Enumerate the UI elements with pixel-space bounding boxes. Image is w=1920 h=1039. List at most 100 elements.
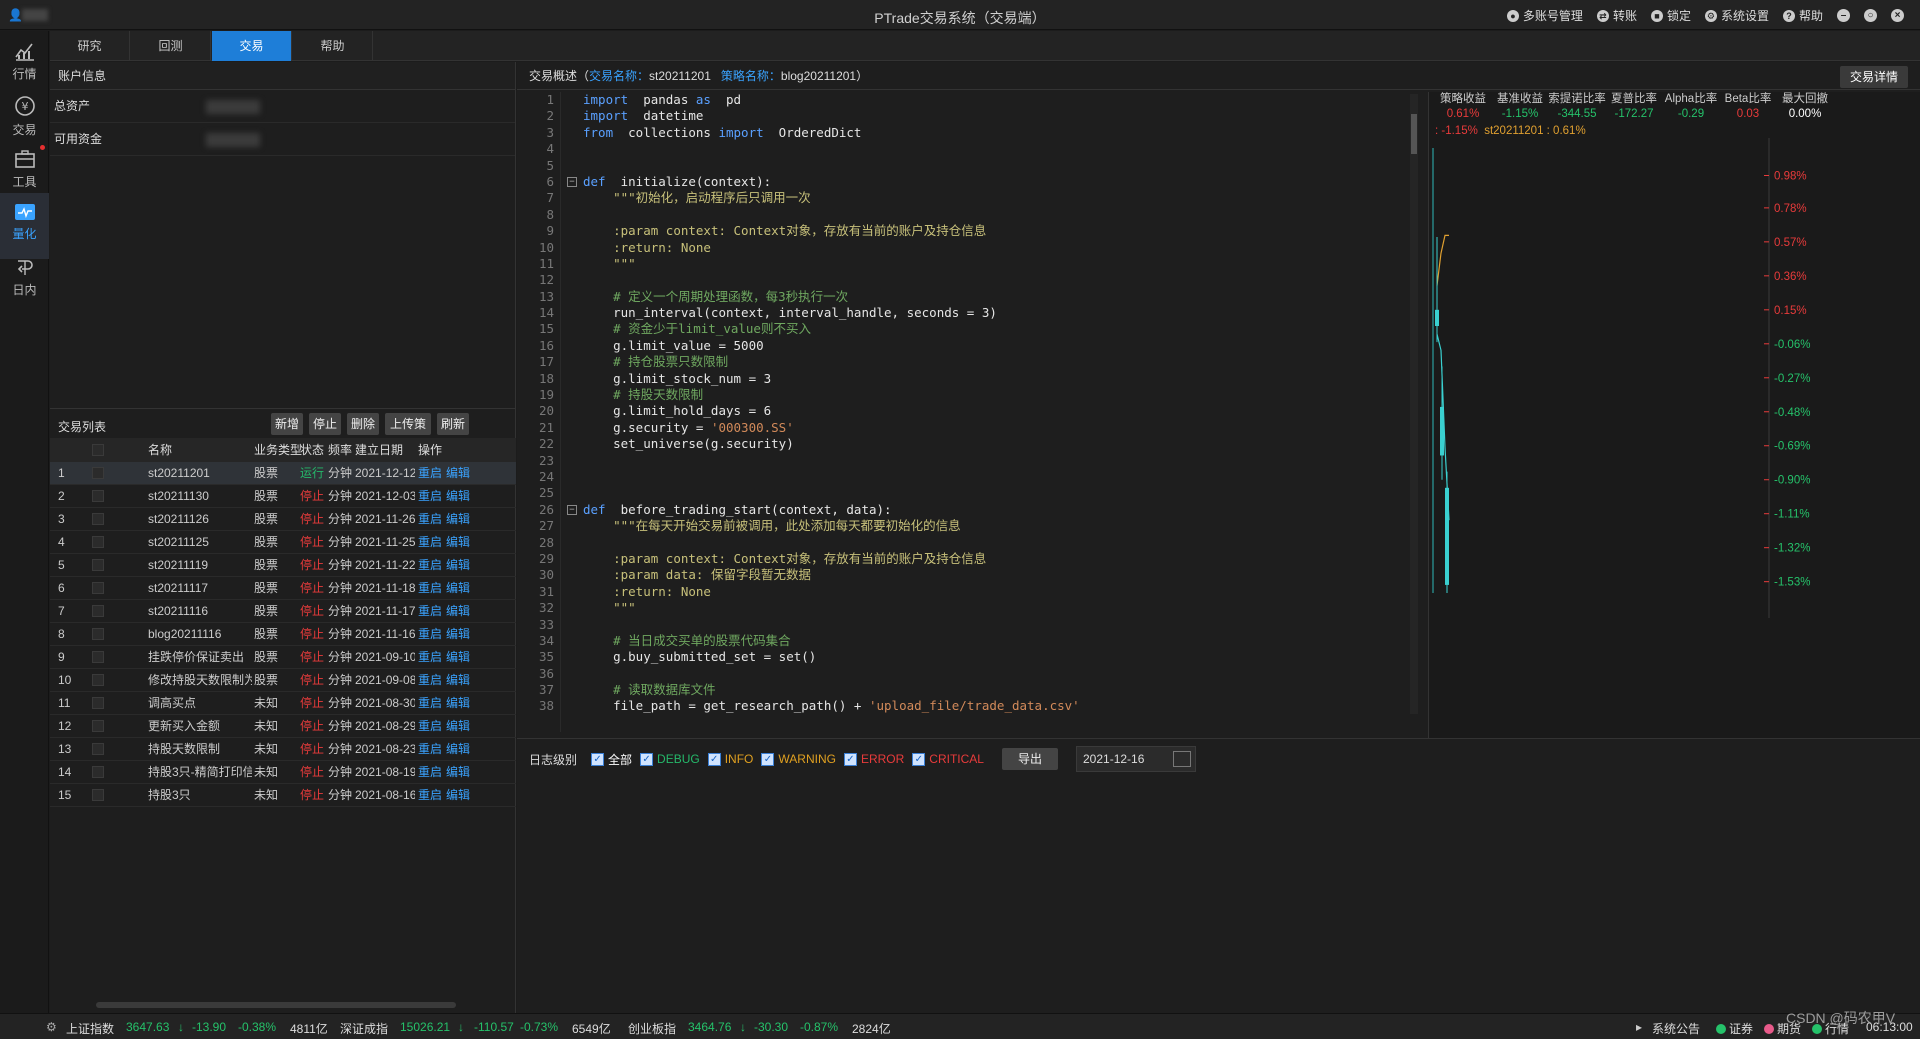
edit-link[interactable]: 编辑 — [446, 600, 470, 623]
edit-link[interactable]: 编辑 — [446, 669, 470, 692]
edit-link[interactable]: 编辑 — [446, 508, 470, 531]
table-row[interactable]: 3 st20211126 股票 停止 分钟 2021-11-26 重启 编辑 — [50, 508, 516, 531]
table-row[interactable]: 14 持股3只-精简打印信息未知 停止分钟2021-08-19重启编辑 — [50, 761, 516, 784]
restart-link[interactable]: 重启 — [418, 692, 442, 715]
row-checkbox[interactable] — [92, 789, 104, 801]
col-actions[interactable]: 操作 — [418, 438, 442, 462]
row-checkbox[interactable] — [92, 628, 104, 640]
edit-link[interactable]: 编辑 — [446, 646, 470, 669]
restart-link[interactable]: 重启 — [418, 508, 442, 531]
lock-button[interactable]: ■ 锁定 — [1650, 7, 1691, 24]
edit-link[interactable]: 编辑 — [446, 738, 470, 761]
select-all-checkbox[interactable] — [92, 444, 104, 456]
row-checkbox[interactable] — [92, 467, 104, 479]
table-row[interactable]: 12 更新买入金额 未知 停止 分钟 2021-08-29 重启 编辑 — [50, 715, 516, 738]
restart-link[interactable]: 重启 — [418, 600, 442, 623]
checkbox-checked-icon[interactable]: ✓ — [640, 752, 654, 766]
export-button[interactable]: 导出 — [1001, 748, 1058, 770]
row-checkbox[interactable] — [92, 559, 104, 571]
edit-link[interactable]: 编辑 — [446, 623, 470, 646]
add-button[interactable]: 新增 — [271, 413, 303, 435]
edit-link[interactable]: 编辑 — [446, 715, 470, 738]
table-row[interactable]: 4 st20211125 股票 停止 分钟 2021-11-25 重启 编辑 — [50, 531, 516, 554]
restart-link[interactable]: 重启 — [418, 669, 442, 692]
log-level-filter[interactable]: ✓ DEBUG — [640, 752, 700, 766]
row-checkbox[interactable] — [92, 605, 104, 617]
restart-link[interactable]: 重启 — [418, 738, 442, 761]
upload-strategy-button[interactable]: 上传策略 — [385, 413, 431, 453]
table-row[interactable]: 7 st20211116 股票 停止 分钟 2021-11-17 重启 编辑 — [50, 600, 516, 623]
user-avatar[interactable]: 👤 — [8, 7, 48, 23]
tab-trade[interactable]: 交易 — [212, 31, 292, 61]
tab-research[interactable]: 研究 — [50, 31, 130, 61]
table-row[interactable]: 15 持股3只 未知 停止 分钟 2021-08-16 重启 编辑 — [50, 784, 516, 807]
row-checkbox[interactable] — [92, 536, 104, 548]
calendar-icon[interactable] — [1173, 751, 1191, 767]
restart-link[interactable]: 重启 — [418, 577, 442, 600]
edit-link[interactable]: 编辑 — [446, 577, 470, 600]
row-checkbox[interactable] — [92, 766, 104, 778]
stop-button[interactable]: 停止 — [309, 413, 341, 435]
restart-link[interactable]: 重启 — [418, 531, 442, 554]
edit-link[interactable]: 编辑 — [446, 761, 470, 784]
index-name[interactable]: 深证成指 — [340, 1020, 388, 1037]
row-checkbox[interactable] — [92, 651, 104, 663]
code-editor[interactable]: 1 2 3 4 5 6 7 8 9 10 11 12 13 14 15 16 17 18 19 20 21 22 23 24 2… — [517, 92, 1418, 738]
edit-link[interactable]: 编辑 — [446, 485, 470, 508]
help-button[interactable]: ? 帮助 — [1782, 7, 1823, 24]
restart-link[interactable]: 重启 — [418, 554, 442, 577]
index-name[interactable]: 上证指数 — [66, 1020, 114, 1037]
trade-details-button[interactable]: 交易详情 — [1839, 66, 1908, 88]
col-date[interactable]: 建立日期 — [355, 438, 403, 462]
minimize-icon[interactable]: – — [1837, 9, 1850, 22]
delete-button[interactable]: 删除 — [347, 413, 379, 435]
col-status[interactable]: 状态 — [300, 438, 324, 462]
refresh-button[interactable]: 刷新 — [437, 413, 469, 435]
horizontal-scrollbar[interactable] — [96, 1002, 456, 1008]
col-type[interactable]: 业务类型 — [254, 438, 302, 462]
announcement-icon[interactable]: ▸ — [1636, 1020, 1642, 1034]
row-checkbox[interactable] — [92, 513, 104, 525]
checkbox-checked-icon[interactable]: ✓ — [843, 752, 857, 766]
index-name[interactable]: 创业板指 — [628, 1020, 676, 1037]
code-scroll-thumb[interactable] — [1411, 114, 1417, 154]
nav-item-intraday[interactable]: 日内 — [0, 247, 49, 313]
fold-toggle-icon[interactable]: − — [567, 177, 577, 187]
row-checkbox[interactable] — [92, 582, 104, 594]
row-checkbox[interactable] — [92, 720, 104, 732]
maximize-icon[interactable]: ○ — [1864, 9, 1877, 22]
checkbox-checked-icon[interactable]: ✓ — [912, 752, 926, 766]
table-row[interactable]: 5 st20211119 股票 停止 分钟 2021-11-22 重启 编辑 — [50, 554, 516, 577]
settings-button[interactable]: ⚙ 系统设置 — [1704, 7, 1769, 24]
restart-link[interactable]: 重启 — [418, 462, 442, 485]
multi-account-button[interactable]: ● 多账号管理 — [1506, 7, 1583, 24]
table-row[interactable]: 2 st20211130 股票 停止 分钟 2021-12-03 重启 编辑 — [50, 485, 516, 508]
col-name[interactable]: 名称 — [148, 438, 172, 462]
restart-link[interactable]: 重启 — [418, 784, 442, 807]
table-row[interactable]: 8 blog20211116 股票 停止 分钟 2021-11-16 重启 编辑 — [50, 623, 516, 646]
checkbox-checked-icon[interactable]: ✓ — [761, 752, 775, 766]
log-level-filter[interactable]: ✓ 全部 — [591, 751, 632, 768]
table-row[interactable]: 6 st20211117 股票 停止 分钟 2021-11-18 重启 编辑 — [50, 577, 516, 600]
announcement-link[interactable]: 系统公告 — [1652, 1020, 1700, 1037]
code-body[interactable]: import pandas as pd import datetime from c… — [583, 92, 1393, 732]
col-frequency[interactable]: 频率 — [328, 438, 352, 462]
edit-link[interactable]: 编辑 — [446, 784, 470, 807]
table-row[interactable]: 1 st20211201 股票 运行 分钟 2021-12-12 重启 编辑 — [50, 462, 516, 485]
tab-help[interactable]: 帮助 — [293, 31, 373, 61]
code-vertical-scrollbar[interactable] — [1410, 94, 1418, 714]
restart-link[interactable]: 重启 — [418, 715, 442, 738]
restart-link[interactable]: 重启 — [418, 623, 442, 646]
log-level-filter[interactable]: ✓ CRITICAL — [912, 752, 984, 766]
edit-link[interactable]: 编辑 — [446, 531, 470, 554]
log-date-input[interactable]: 2021-12-16 — [1076, 746, 1196, 772]
row-checkbox[interactable] — [92, 743, 104, 755]
close-icon[interactable]: × — [1891, 9, 1904, 22]
restart-link[interactable]: 重启 — [418, 646, 442, 669]
fold-toggle-icon[interactable]: − — [567, 505, 577, 515]
checkbox-checked-icon[interactable]: ✓ — [591, 752, 605, 766]
table-row[interactable]: 13 持股天数限制 未知 停止 分钟 2021-08-23 重启 编辑 — [50, 738, 516, 761]
restart-link[interactable]: 重启 — [418, 761, 442, 784]
transfer-button[interactable]: ⇄ 转账 — [1596, 7, 1637, 24]
table-row[interactable]: 9 挂跌停价保证卖出 股票 停止 分钟 2021-09-10 重启 编辑 — [50, 646, 516, 669]
